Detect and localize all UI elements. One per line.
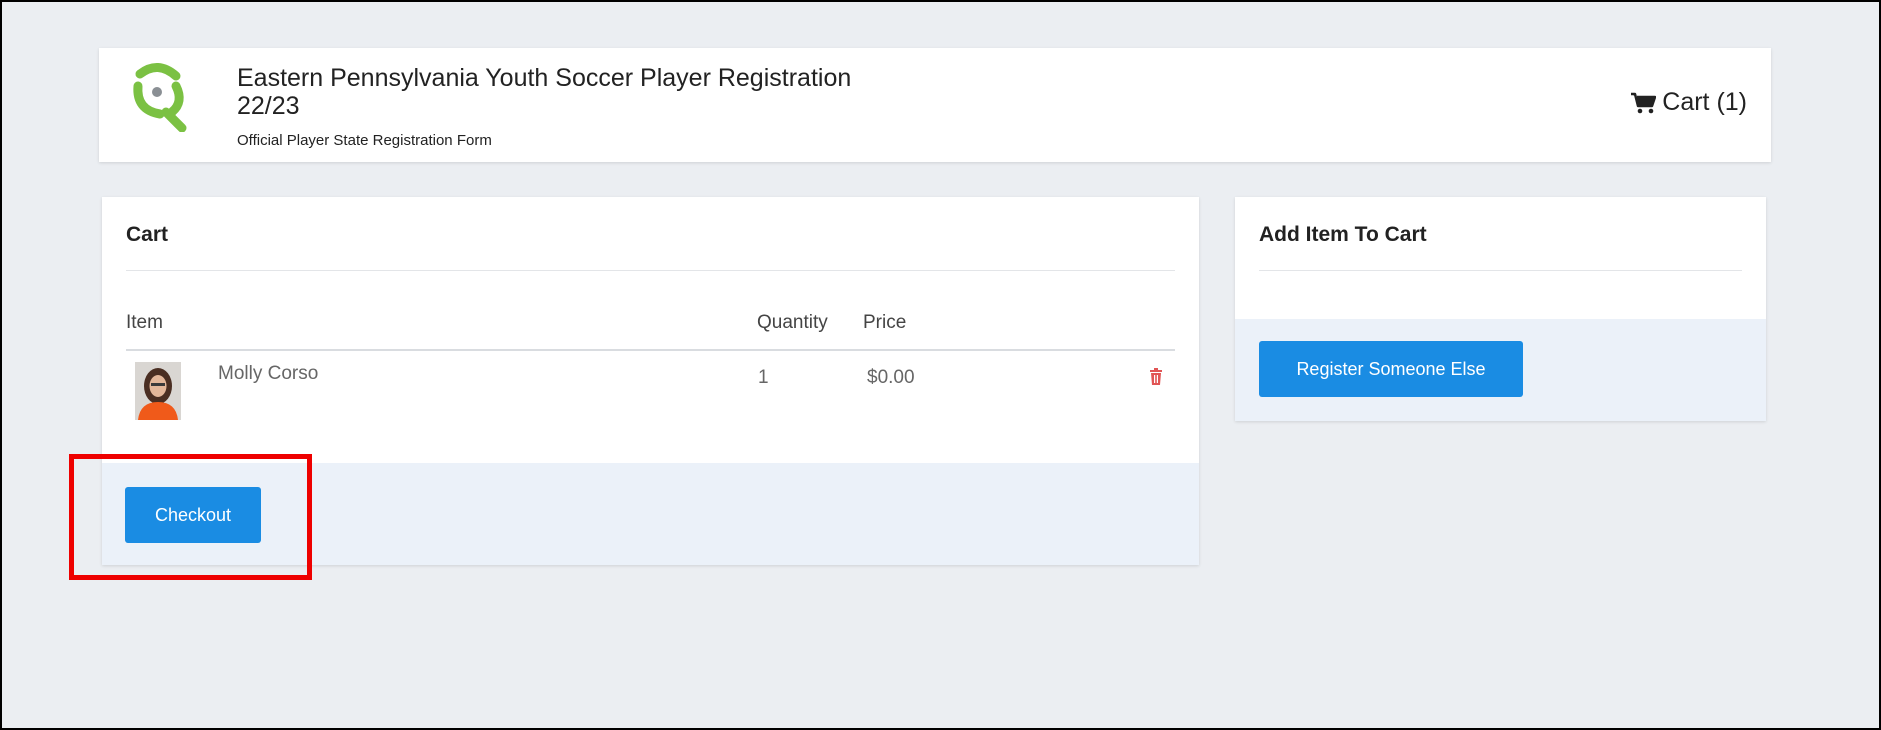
shopping-cart-icon bbox=[1631, 92, 1657, 113]
page-frame: Eastern Pennsylvania Youth Soccer Player… bbox=[0, 0, 1881, 730]
player-photo bbox=[135, 362, 181, 420]
header-bar: Eastern Pennsylvania Youth Soccer Player… bbox=[99, 48, 1771, 162]
title-line-2: 22/23 bbox=[237, 92, 300, 120]
item-price: $0.00 bbox=[867, 367, 915, 388]
table-header-divider bbox=[126, 349, 1175, 351]
cart-panel: Cart Item Quantity Price Molly Corso 1 $… bbox=[102, 197, 1199, 565]
cart-link-label: Cart (1) bbox=[1662, 88, 1747, 116]
register-someone-else-button[interactable]: Register Someone Else bbox=[1259, 341, 1523, 397]
checkout-button[interactable]: Checkout bbox=[125, 487, 261, 543]
add-item-title: Add Item To Cart bbox=[1259, 223, 1427, 246]
column-header-quantity: Quantity bbox=[757, 312, 828, 333]
cart-footer bbox=[102, 463, 1199, 565]
item-quantity: 1 bbox=[758, 367, 769, 388]
item-name: Molly Corso bbox=[218, 363, 319, 384]
page-title: Eastern Pennsylvania Youth Soccer Player… bbox=[237, 64, 851, 120]
title-line-1: Eastern Pennsylvania Youth Soccer Player… bbox=[237, 64, 852, 92]
column-header-item: Item bbox=[126, 312, 163, 333]
divider bbox=[1259, 270, 1742, 271]
trash-icon[interactable] bbox=[1149, 368, 1163, 386]
cart-link[interactable]: Cart (1) bbox=[1630, 88, 1747, 117]
cart-title: Cart bbox=[126, 223, 169, 246]
column-header-price: Price bbox=[863, 312, 907, 333]
soccer-logo-icon bbox=[133, 63, 187, 132]
add-item-panel: Add Item To Cart Register Someone Else bbox=[1235, 197, 1766, 421]
divider bbox=[126, 270, 1175, 271]
page-subtitle: Official Player State Registration Form bbox=[237, 132, 492, 149]
